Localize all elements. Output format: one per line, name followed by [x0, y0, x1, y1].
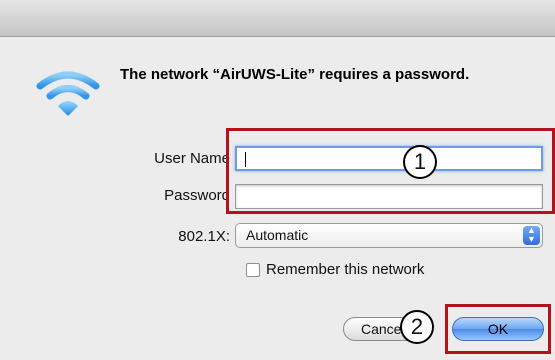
- security-selected-value: Automatic: [246, 227, 309, 243]
- user-name-label: User Name: [154, 150, 230, 167]
- security-select[interactable]: Automatic ▲ ▼: [235, 223, 543, 248]
- dialog-titlebar: [0, 0, 555, 37]
- ok-button[interactable]: OK: [452, 317, 544, 341]
- callout-number-2: 2: [400, 310, 434, 344]
- password-label: Password: [164, 187, 230, 204]
- callout-number-1: 1: [403, 145, 437, 179]
- remember-network-label[interactable]: Remember this network: [266, 261, 424, 278]
- wifi-icon: [36, 71, 100, 116]
- user-name-input[interactable]: [235, 146, 543, 171]
- updown-arrows-icon: ▲ ▼: [523, 226, 540, 245]
- text-cursor: [245, 152, 246, 167]
- dialog-message: The network “AirUWS-Lite” requires a pas…: [120, 66, 470, 83]
- remember-network-checkbox[interactable]: [246, 263, 260, 277]
- security-label: 802.1X:: [178, 228, 230, 245]
- password-input[interactable]: [235, 184, 543, 209]
